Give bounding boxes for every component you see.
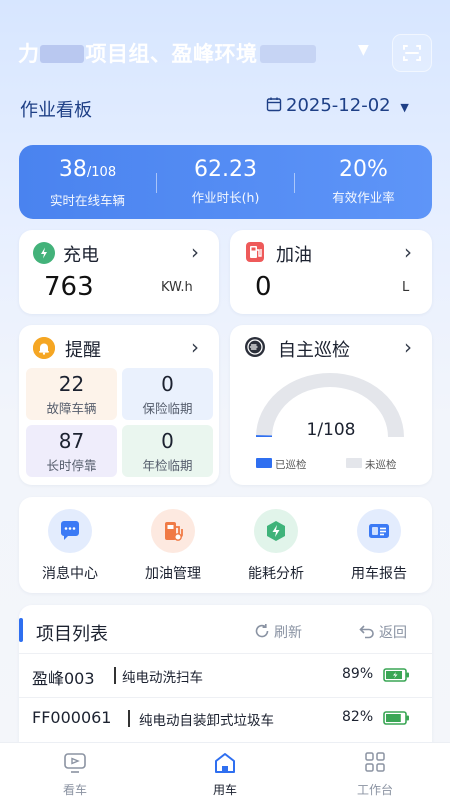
card-title: 充电	[63, 245, 99, 266]
top-header: 力项目组、盈峰环境 ▼	[0, 0, 450, 82]
fuel-pump-icon	[244, 241, 266, 263]
charge-unit: KW.h	[161, 280, 193, 295]
caret-down-icon[interactable]: ▼	[358, 42, 369, 58]
scan-button[interactable]	[392, 34, 432, 72]
divider	[128, 710, 130, 727]
card-title: 自主巡检	[278, 340, 350, 361]
fuel-pump-icon	[151, 509, 195, 553]
charge-value: 763	[44, 272, 94, 302]
energy-icon	[254, 509, 298, 553]
date-value: 2025-12-02	[286, 95, 391, 116]
report-card-icon	[357, 509, 401, 553]
charge-card[interactable]: 充电 › 763 KW.h	[19, 230, 219, 314]
card-title: 加油	[276, 245, 312, 266]
project-selector[interactable]: 力项目组、盈峰环境	[18, 38, 316, 68]
home-icon	[215, 753, 235, 773]
stat-online-vehicles[interactable]: 38/108 实时在线车辆	[19, 157, 156, 209]
patrol-value: 1/108	[306, 420, 356, 440]
qa-message-center[interactable]: 消息中心	[25, 509, 115, 583]
divider	[19, 653, 432, 654]
refresh-icon	[255, 624, 269, 638]
qa-energy-analysis[interactable]: 能耗分析	[231, 509, 321, 583]
qa-fuel-management[interactable]: 加油管理	[128, 509, 218, 583]
patrol-card[interactable]: 自主巡检 › 1/108 已巡检 未巡检	[230, 325, 432, 485]
stat-work-hours[interactable]: 62.23 作业时长(h)	[157, 157, 294, 206]
return-icon	[359, 625, 374, 639]
quick-actions: 消息中心 加油管理 能耗分析 用车报告	[19, 497, 432, 593]
redacted-text	[259, 45, 316, 63]
reminder-card: 提醒 › 22 故障车辆 0 保险临期 87 长时停靠 0 年检临期	[19, 325, 219, 485]
caret-down-icon: ▼	[400, 101, 409, 114]
nav-item-workbench[interactable]: 工作台	[335, 751, 415, 798]
project-list-title: 项目列表	[36, 624, 108, 645]
chevron-right-icon: ›	[404, 240, 412, 264]
legend-done: 已巡检	[256, 457, 307, 472]
fuel-unit: L	[402, 280, 410, 295]
reminder-insurance-expiring[interactable]: 0 保险临期	[122, 368, 213, 420]
vehicle-monitor-icon	[64, 753, 86, 773]
fuel-value: 0	[255, 272, 272, 302]
back-button[interactable]: 返回	[358, 622, 407, 642]
reminder-long-parked[interactable]: 87 长时停靠	[26, 425, 117, 477]
patrol-robot-icon	[244, 336, 266, 358]
bell-icon	[33, 337, 55, 359]
divider	[114, 667, 116, 684]
stats-banner: 38/108 实时在线车辆 62.23 作业时长(h) 20% 有效作业率	[19, 145, 432, 219]
table-row[interactable]: FF000061 纯电动自装卸式垃圾车 82%	[19, 698, 432, 738]
reminder-fault-vehicles[interactable]: 22 故障车辆	[26, 368, 117, 420]
legend-swatch	[346, 458, 362, 468]
battery-fill	[386, 714, 401, 722]
reminder-inspection-expiring[interactable]: 0 年检临期	[122, 425, 213, 477]
stat-effective-rate[interactable]: 20% 有效作业率	[295, 157, 432, 206]
redacted-text	[39, 45, 84, 63]
nav-item-vehicles[interactable]: 看车	[35, 751, 115, 798]
section-marker	[19, 618, 23, 642]
battery-icon	[383, 711, 409, 725]
chevron-right-icon: ›	[404, 335, 412, 359]
grid-apps-icon	[365, 752, 385, 772]
fuel-card[interactable]: 加油 › 0 L	[230, 230, 432, 314]
legend-swatch	[256, 458, 272, 468]
chevron-right-icon[interactable]: ›	[191, 335, 199, 359]
bottom-nav: 看车 用车 工作台	[0, 742, 450, 801]
scan-icon	[403, 45, 421, 61]
nav-item-use-vehicle[interactable]: 用车	[185, 751, 265, 798]
chevron-right-icon: ›	[191, 240, 199, 264]
refresh-button[interactable]: 刷新	[253, 622, 302, 642]
qa-vehicle-report[interactable]: 用车报告	[334, 509, 424, 583]
card-title: 提醒	[65, 340, 101, 361]
table-row[interactable]: 盈峰003 纯电动洗扫车 89%	[19, 655, 432, 695]
date-picker[interactable]: 2025-12-02 ▼	[266, 95, 409, 116]
board-title: 作业看板	[20, 100, 92, 121]
charge-icon	[33, 242, 55, 264]
battery-icon	[383, 668, 409, 682]
message-icon	[48, 509, 92, 553]
calendar-icon	[266, 97, 282, 112]
legend-todo: 未巡检	[346, 457, 397, 472]
